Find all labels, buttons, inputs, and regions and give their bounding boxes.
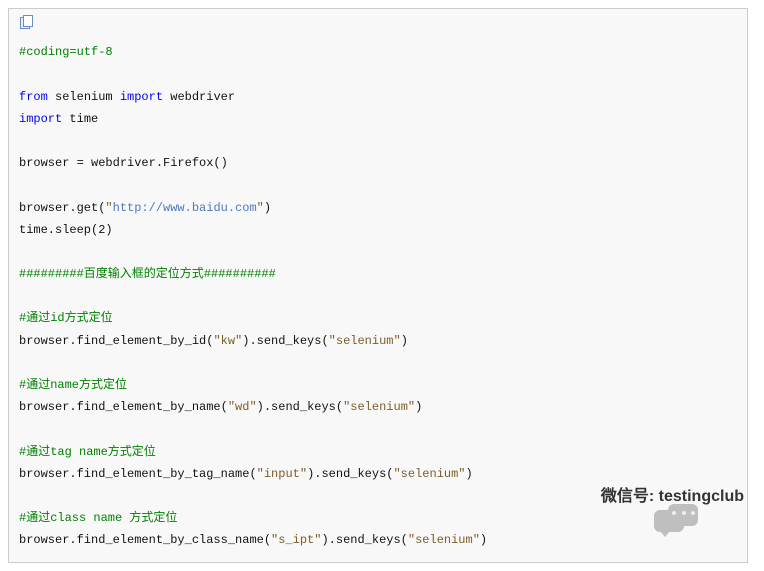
code-block: #coding=utf-8 from selenium import webdr…	[8, 8, 748, 563]
blank-line	[19, 418, 737, 440]
wechat-watermark: 微信号: testingclub	[549, 482, 744, 512]
blank-line	[19, 352, 737, 374]
code-toolbar	[19, 15, 737, 37]
code-text: browser = webdriver.Firefox()	[19, 156, 228, 170]
kw: import	[120, 90, 163, 104]
string: "selenium"	[343, 400, 415, 414]
watermark-value: testingclub	[659, 488, 744, 505]
copy-icon[interactable]	[19, 15, 33, 29]
blank-line	[19, 174, 737, 196]
code-comment: #coding=utf-8	[19, 45, 113, 59]
kw: from	[19, 90, 48, 104]
string: "s_ipt"	[271, 533, 321, 547]
string: "input"	[257, 467, 307, 481]
string: "selenium"	[329, 334, 401, 348]
string: "wd"	[228, 400, 257, 414]
kw: import	[19, 112, 62, 126]
blank-line	[19, 241, 737, 263]
watermark-label: 微信号	[601, 488, 649, 505]
string: "selenium"	[408, 533, 480, 547]
code-comment: #通过id方式定位	[19, 311, 113, 325]
code-comment: #########百度输入框的定位方式##########	[19, 267, 276, 281]
code-comment: #通过tag name方式定位	[19, 445, 156, 459]
code-comment: #通过name方式定位	[19, 378, 127, 392]
blank-line	[19, 130, 737, 152]
code-text: time.sleep(2)	[19, 223, 113, 237]
string: "selenium"	[393, 467, 465, 481]
blank-line	[19, 285, 737, 307]
blank-line	[19, 63, 737, 85]
url-string: http://www.baidu.com	[113, 201, 257, 215]
string: "kw"	[213, 334, 242, 348]
code-comment: #通过class name 方式定位	[19, 511, 177, 525]
